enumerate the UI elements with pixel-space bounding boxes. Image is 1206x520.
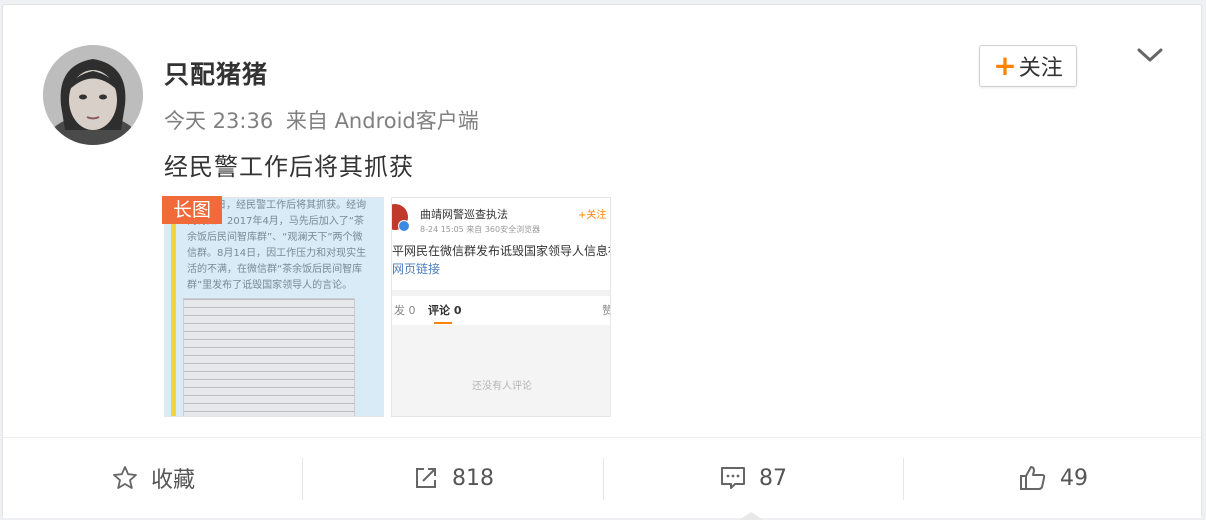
thumbnail-2-follow: +关注 — [578, 210, 607, 221]
tab-underline — [434, 322, 452, 324]
post-text: 经民警工作后将其抓获 — [164, 153, 414, 181]
thumbnail-2-tab-like: 赞 — [602, 302, 610, 318]
comment-caret — [739, 512, 763, 520]
avatar[interactable] — [43, 45, 143, 145]
image-thumbnail-2[interactable]: 曲靖网警巡查执法 8-24 15:05 来自 360安全浏览器 +关注 平网民在… — [391, 197, 611, 417]
thumbnail-2-account: 曲靖网警巡查执法 — [420, 208, 508, 221]
highlight-bar — [171, 198, 176, 416]
post-meta: 今天 23:36 来自 Android客户端 — [164, 105, 485, 135]
username[interactable]: 只配猪猪 — [164, 55, 268, 91]
comment-button[interactable]: 87 — [603, 438, 903, 518]
thumbs-up-icon — [1020, 466, 1046, 490]
thumbnail-2-link: 网页链接 — [392, 262, 441, 276]
share-icon — [416, 468, 436, 488]
police-badge-icon — [392, 204, 410, 232]
thumbnail-2-title: 平网民在微信群发布诋毁国家领导人信息被 — [392, 244, 611, 258]
follow-label: 关注 — [1018, 56, 1063, 81]
thumbnail-2-tab-comment: 评论 0 — [428, 304, 462, 317]
follow-button[interactable]: + 关注 — [979, 45, 1077, 87]
action-bar: 收藏 818 87 49 — [3, 437, 1203, 520]
image-thumbnail-1[interactable]: 8月18日，经民警工作后将其抓获。经询问得知：2017年4月，马先后加入了“茶余… — [164, 197, 384, 417]
avatar-image — [43, 45, 143, 145]
thumbnail-2-empty-area: 还没有人评论 — [392, 325, 610, 416]
comment-count: 87 — [759, 465, 787, 491]
comment-icon — [721, 467, 745, 489]
thumbnail-2-time: 8-24 15:05 来自 360安全浏览器 — [420, 225, 541, 234]
document-photo — [183, 298, 355, 416]
favorite-button[interactable]: 收藏 — [3, 438, 303, 518]
like-count: 49 — [1060, 465, 1088, 491]
chevron-down-icon[interactable] — [1133, 41, 1167, 71]
like-button[interactable]: 49 — [903, 438, 1203, 518]
plus-icon: + — [993, 49, 1017, 82]
repost-button[interactable]: 818 — [303, 438, 603, 518]
post-source[interactable]: 来自 Android客户端 — [286, 109, 479, 133]
thumbnail-2-tab-repost: 发 0 — [394, 304, 416, 317]
star-icon — [113, 466, 137, 489]
thumbnail-2-empty-text: 还没有人评论 — [472, 381, 532, 392]
post-time[interactable]: 今天 23:36 — [164, 109, 273, 133]
thumbnail-2-header: 曲靖网警巡查执法 8-24 15:05 来自 360安全浏览器 +关注 平网民在… — [392, 198, 611, 278]
long-image-badge: 长图 — [162, 196, 222, 224]
repost-count: 818 — [452, 465, 494, 491]
favorite-label: 收藏 — [150, 468, 195, 493]
weibo-post-card: 只配猪猪 今天 23:36 来自 Android客户端 经民警工作后将其抓获 +… — [2, 4, 1203, 520]
